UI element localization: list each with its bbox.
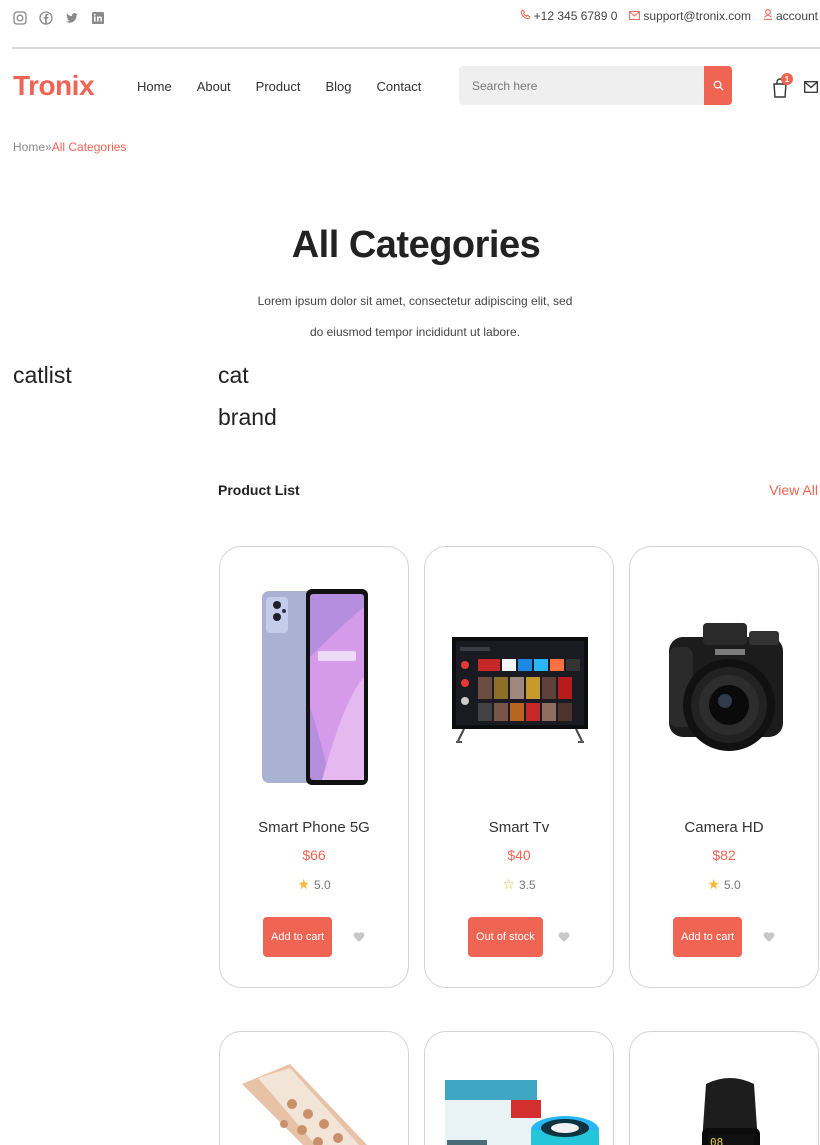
account-label: account [775, 9, 818, 23]
star-icon: ★ [707, 876, 720, 892]
facebook-icon[interactable] [38, 10, 54, 26]
divider [12, 47, 820, 49]
product-list-title: Product List [218, 482, 300, 498]
social-links [12, 10, 106, 26]
cat-heading: cat [218, 362, 249, 388]
search-button[interactable] [704, 66, 732, 105]
mail-icon[interactable] [804, 80, 818, 94]
product-price: $40 [507, 847, 531, 863]
view-all-link[interactable]: View All [769, 482, 818, 498]
search-icon [713, 80, 724, 91]
product-rating: ★ 5.0 [220, 876, 408, 893]
heart-icon[interactable] [558, 931, 570, 943]
breadcrumb-home[interactable]: Home [13, 140, 45, 154]
heart-icon[interactable] [353, 931, 365, 943]
product-card[interactable]: Camera HD $82 ★ 5.0 Add to cart [629, 546, 819, 988]
phone-icon [520, 9, 531, 23]
phone-number: +12 345 6789 0 [533, 9, 618, 23]
contact-info: +12 345 6789 0 support@tronix.com accoun… [520, 9, 818, 23]
catlist-heading: catlist [13, 362, 72, 388]
product-image-microphone [242, 1064, 368, 1145]
product-image-speaker [445, 1080, 599, 1145]
product-rating: ☆ 3.5 [425, 876, 613, 893]
product-name: Smart Tv [488, 819, 550, 836]
add-to-cart-button[interactable]: Add to cart [263, 917, 333, 957]
rating-value: 3.5 [518, 877, 536, 892]
account-link[interactable]: account [763, 9, 818, 23]
out-of-stock-button[interactable]: Out of stock [468, 917, 543, 957]
product-image-camera [650, 577, 800, 797]
add-to-cart-button[interactable]: Add to cart [673, 917, 743, 957]
rating-value: 5.0 [723, 877, 741, 892]
breadcrumb: Home»All Categories [13, 140, 126, 154]
site-logo[interactable]: Tronix [13, 70, 95, 102]
top-bar: +12 345 6789 0 support@tronix.com accoun… [0, 0, 820, 48]
nav-item-contact[interactable]: Contact [377, 79, 422, 94]
email-link[interactable]: support@tronix.com [629, 9, 751, 23]
product-rating: ★ 5.0 [630, 876, 818, 893]
product-card[interactable]: 08 [629, 1031, 819, 1145]
product-name: Camera HD [684, 819, 764, 836]
search-box [459, 66, 732, 105]
instagram-icon[interactable] [12, 10, 28, 26]
product-image-tv [445, 577, 595, 797]
brand-heading: brand [218, 404, 277, 430]
half-star-icon: ☆ [502, 876, 515, 892]
linkedin-icon[interactable] [90, 10, 106, 26]
rating-value: 5.0 [313, 877, 331, 892]
mail-icon [629, 9, 641, 23]
breadcrumb-separator: » [45, 140, 52, 154]
main-nav: Home About Product Blog Contact [137, 79, 421, 94]
product-card[interactable] [219, 1031, 409, 1145]
page-subtitle: Lorem ipsum dolor sit amet, consectetur … [257, 294, 573, 339]
email-address: support@tronix.com [643, 9, 751, 23]
svg-text:08: 08 [710, 1136, 723, 1145]
breadcrumb-current: All Categories [51, 140, 127, 154]
star-icon: ★ [297, 876, 310, 892]
product-image-phone [240, 577, 390, 797]
product-price: $82 [712, 847, 736, 863]
phone-link[interactable]: +12 345 6789 0 [520, 9, 618, 23]
cart-count-badge: 1 [781, 73, 793, 85]
product-card[interactable] [424, 1031, 614, 1145]
nav-item-blog[interactable]: Blog [325, 79, 351, 94]
nav-item-about[interactable]: About [197, 79, 231, 94]
product-image-fitness-band: 08 [701, 1078, 760, 1145]
nav-item-home[interactable]: Home [137, 79, 172, 94]
twitter-icon[interactable] [64, 10, 80, 26]
product-card[interactable]: Smart Tv $40 ☆ 3.5 Out of stock [424, 546, 614, 988]
product-card[interactable]: Smart Phone 5G $66 ★ 5.0 Add to cart [219, 546, 409, 988]
product-name: Smart Phone 5G [258, 819, 370, 836]
user-icon [763, 9, 773, 23]
search-input[interactable] [459, 66, 704, 105]
heart-icon[interactable] [763, 931, 775, 943]
page-title: All Categories [291, 224, 541, 266]
nav-item-product[interactable]: Product [256, 79, 301, 94]
product-price: $66 [302, 847, 326, 863]
